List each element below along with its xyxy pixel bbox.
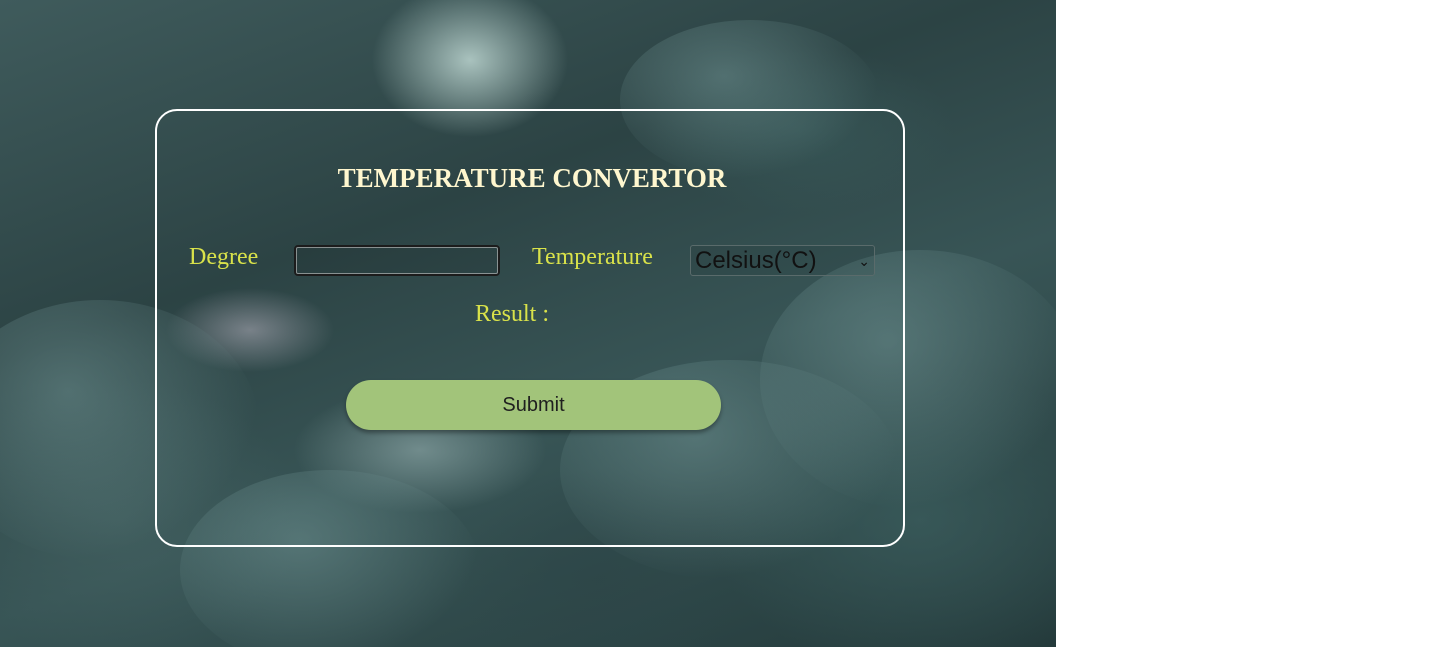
unit-select[interactable]: Celsius(°C) ⌄ xyxy=(690,245,875,276)
degree-input[interactable] xyxy=(294,245,500,276)
degree-label: Degree xyxy=(189,244,259,270)
unit-select-value: Celsius(°C) xyxy=(695,246,817,274)
page-title: TEMPERATURE CONVERTOR xyxy=(337,163,727,193)
result-label: Result : xyxy=(475,301,550,327)
converter-card: TEMPERATURE CONVERTOR Degree Temperature… xyxy=(155,109,905,547)
temperature-label: Temperature xyxy=(532,244,653,270)
background-image: TEMPERATURE CONVERTOR Degree Temperature… xyxy=(0,0,1056,647)
chevron-down-icon: ⌄ xyxy=(858,252,870,269)
submit-button[interactable]: Submit xyxy=(346,380,721,430)
